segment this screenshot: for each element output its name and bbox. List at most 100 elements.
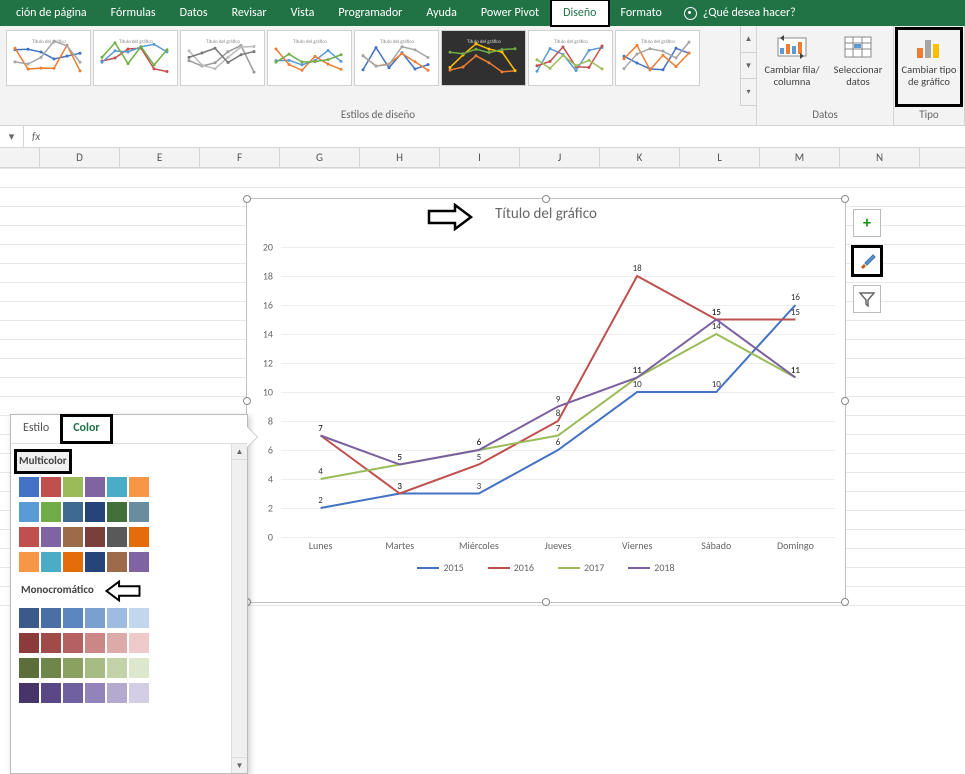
- color-swatch[interactable]: [85, 527, 105, 547]
- col-header-F[interactable]: F: [200, 148, 280, 167]
- color-swatch[interactable]: [19, 608, 39, 628]
- mono-palette-3[interactable]: [19, 683, 225, 703]
- col-header-I[interactable]: I: [440, 148, 520, 167]
- chart-filter-button[interactable]: [853, 285, 881, 313]
- color-swatch[interactable]: [107, 527, 127, 547]
- gallery-more-icon[interactable]: ▾: [741, 79, 756, 106]
- color-swatch[interactable]: [41, 683, 61, 703]
- col-header-N[interactable]: N: [840, 148, 920, 167]
- color-swatch[interactable]: [107, 477, 127, 497]
- col-header-L[interactable]: L: [680, 148, 760, 167]
- ribbon-tab-dise-o[interactable]: Diseño: [551, 0, 608, 26]
- switch-row-column-button[interactable]: Cambiar fila/ columna: [759, 28, 825, 106]
- color-swatch[interactable]: [85, 633, 105, 653]
- color-swatch[interactable]: [129, 633, 149, 653]
- col-header-H[interactable]: H: [360, 148, 440, 167]
- ribbon-tab-ayuda[interactable]: Ayuda: [414, 0, 469, 26]
- color-swatch[interactable]: [19, 633, 39, 653]
- color-swatch[interactable]: [63, 658, 83, 678]
- style-thumb-8[interactable]: Título del gráfico: [615, 30, 700, 86]
- col-header-G[interactable]: G: [280, 148, 360, 167]
- fx-label[interactable]: fx: [24, 130, 48, 143]
- ribbon-tab-f-rmulas[interactable]: Fórmulas: [99, 0, 168, 26]
- chart-add-element-button[interactable]: +: [853, 209, 881, 237]
- flyout-tab-color[interactable]: Color: [61, 415, 111, 443]
- col-header-corner[interactable]: [0, 148, 40, 167]
- color-swatch[interactable]: [41, 608, 61, 628]
- color-swatch[interactable]: [63, 527, 83, 547]
- tell-me-search[interactable]: ¿Qué desea hacer?: [674, 0, 806, 26]
- multi-palette-2[interactable]: [19, 527, 225, 547]
- color-swatch[interactable]: [85, 608, 105, 628]
- col-header-D[interactable]: D: [40, 148, 120, 167]
- color-swatch[interactable]: [85, 683, 105, 703]
- color-swatch[interactable]: [129, 608, 149, 628]
- color-swatch[interactable]: [107, 552, 127, 572]
- color-swatch[interactable]: [41, 477, 61, 497]
- name-box-dropdown-icon[interactable]: ▾: [0, 126, 24, 147]
- color-swatch[interactable]: [107, 658, 127, 678]
- color-swatch[interactable]: [85, 658, 105, 678]
- col-header-M[interactable]: M: [760, 148, 840, 167]
- color-swatch[interactable]: [63, 683, 83, 703]
- color-swatch[interactable]: [63, 608, 83, 628]
- color-swatch[interactable]: [19, 477, 39, 497]
- color-swatch[interactable]: [129, 658, 149, 678]
- color-swatch[interactable]: [19, 683, 39, 703]
- multi-palette-1[interactable]: [19, 502, 225, 522]
- color-swatch[interactable]: [129, 552, 149, 572]
- mono-palette-2[interactable]: [19, 658, 225, 678]
- chart-title[interactable]: Título del gráfico: [247, 199, 845, 225]
- ribbon-tab-vista[interactable]: Vista: [279, 0, 327, 26]
- color-swatch[interactable]: [19, 527, 39, 547]
- style-thumb-5[interactable]: Título del gráfico: [354, 30, 439, 86]
- scroll-up-icon[interactable]: ▲: [232, 444, 247, 460]
- style-thumb-1[interactable]: Título del gráfico: [6, 30, 91, 86]
- flyout-tab-style[interactable]: Estilo: [11, 415, 61, 443]
- color-swatch[interactable]: [41, 527, 61, 547]
- style-thumb-3[interactable]: Título del gráfico: [180, 30, 265, 86]
- mono-palette-0[interactable]: [19, 608, 225, 628]
- color-swatch[interactable]: [129, 502, 149, 522]
- ribbon-tab-datos[interactable]: Datos: [168, 0, 220, 26]
- color-swatch[interactable]: [107, 608, 127, 628]
- ribbon-tab-revisar[interactable]: Revisar: [220, 0, 279, 26]
- color-swatch[interactable]: [107, 502, 127, 522]
- ribbon-tab-formato[interactable]: Formato: [609, 0, 674, 26]
- color-swatch[interactable]: [63, 552, 83, 572]
- legend-item-2016[interactable]: 2016: [488, 561, 534, 574]
- multi-palette-3[interactable]: [19, 552, 225, 572]
- change-chart-type-button[interactable]: Cambiar tipo de gráfico: [896, 28, 962, 106]
- gallery-up-icon[interactable]: ▲: [741, 26, 756, 53]
- ribbon-tab-ci-n-de-p-gina[interactable]: ción de página: [4, 0, 99, 26]
- color-swatch[interactable]: [19, 658, 39, 678]
- worksheet-area[interactable]: Título del gráfico 02468101214161820 233…: [0, 168, 965, 618]
- legend-item-2017[interactable]: 2017: [558, 561, 604, 574]
- mono-palette-1[interactable]: [19, 633, 225, 653]
- color-swatch[interactable]: [63, 633, 83, 653]
- color-swatch[interactable]: [63, 477, 83, 497]
- embedded-chart[interactable]: Título del gráfico 02468101214161820 233…: [246, 198, 846, 603]
- color-swatch[interactable]: [63, 502, 83, 522]
- chart-styles-button[interactable]: [853, 247, 881, 275]
- color-swatch[interactable]: [19, 552, 39, 572]
- style-thumb-2[interactable]: Título del gráfico: [93, 30, 178, 86]
- color-swatch[interactable]: [41, 633, 61, 653]
- legend-item-2018[interactable]: 2018: [628, 561, 674, 574]
- style-thumb-7[interactable]: Título del gráfico: [528, 30, 613, 86]
- ribbon-tab-programador[interactable]: Programador: [326, 0, 414, 26]
- style-thumb-6[interactable]: Título del gráfico: [441, 30, 526, 86]
- flyout-scrollbar[interactable]: ▲ ▼: [231, 444, 247, 773]
- ribbon-tab-power-pivot[interactable]: Power Pivot: [469, 0, 551, 26]
- color-swatch[interactable]: [129, 683, 149, 703]
- gallery-down-icon[interactable]: ▼: [741, 53, 756, 80]
- color-swatch[interactable]: [107, 633, 127, 653]
- color-swatch[interactable]: [129, 527, 149, 547]
- color-swatch[interactable]: [107, 683, 127, 703]
- legend-item-2015[interactable]: 2015: [417, 561, 463, 574]
- scroll-down-icon[interactable]: ▼: [232, 757, 247, 773]
- col-header-K[interactable]: K: [600, 148, 680, 167]
- color-swatch[interactable]: [41, 552, 61, 572]
- color-swatch[interactable]: [129, 477, 149, 497]
- multi-palette-0[interactable]: [19, 477, 225, 497]
